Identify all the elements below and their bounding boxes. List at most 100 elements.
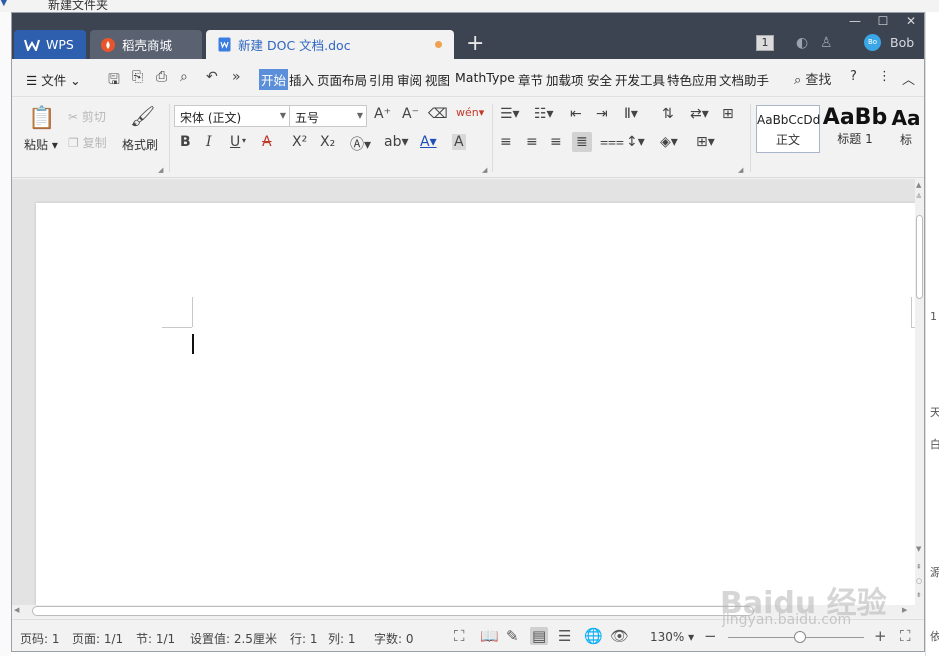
style-normal[interactable]: AaBbCcDd 正文 <box>756 105 820 153</box>
sort-icon[interactable]: ⇅ <box>662 106 674 122</box>
zoom-in-icon[interactable]: + <box>874 627 887 645</box>
font-dialog-launcher-icon[interactable]: ◢ <box>482 166 487 174</box>
tab-doc-assistant[interactable]: 文档助手 <box>719 70 769 89</box>
clipboard-dialog-launcher-icon[interactable]: ◢ <box>158 166 163 174</box>
file-menu-button[interactable]: ☰ 文件 ⌄ <box>26 70 81 89</box>
status-row[interactable]: 行: 1 <box>290 630 318 647</box>
select-browse-icon[interactable]: ○ <box>916 577 922 585</box>
vertical-scroll-thumb[interactable] <box>916 215 923 299</box>
shading-icon[interactable]: ◈▾ <box>660 134 678 150</box>
tab-chapter[interactable]: 章节 <box>518 70 543 89</box>
italic-button[interactable]: I <box>206 134 212 150</box>
font-color-icon[interactable]: A▾ <box>420 134 437 150</box>
scroll-up-icon[interactable]: ▲ <box>916 181 921 189</box>
cut-button[interactable]: ✂ 剪切 <box>68 108 106 125</box>
chevron-down-icon[interactable]: ▾ <box>242 136 246 145</box>
tab-insert[interactable]: 插入 <box>289 70 314 89</box>
scroll-top-icon[interactable]: ≙ <box>916 193 922 201</box>
scroll-down-icon[interactable]: ▼ <box>916 545 921 553</box>
more-quick-access-icon[interactable]: » <box>232 69 241 85</box>
vertical-scrollbar[interactable]: ▲ ≙ ▼ ⇞ ○ ⇟ <box>915 179 924 605</box>
subscript-button[interactable]: X₂ <box>320 134 335 150</box>
paste-icon[interactable]: 📋 <box>28 106 55 131</box>
tab-developer[interactable]: 开发工具 <box>615 70 665 89</box>
next-page-icon[interactable]: ⇟ <box>916 591 922 599</box>
sync-icon[interactable]: ◐ <box>796 35 808 51</box>
horizontal-scroll-thumb[interactable] <box>32 606 754 616</box>
align-center-icon[interactable]: ≡ <box>526 134 538 150</box>
close-icon[interactable]: ✕ <box>898 13 924 29</box>
style-heading-2[interactable]: Aa 标 <box>888 105 924 153</box>
borders-icon[interactable]: ⊞▾ <box>696 134 715 150</box>
style-heading-1[interactable]: AaBb 标题 1 <box>822 105 888 153</box>
text-direction-icon[interactable]: Ⅱ▾ <box>624 106 638 122</box>
reading-mode-icon[interactable]: 📖 <box>480 627 499 645</box>
tab-mathtype[interactable]: MathType <box>455 70 515 85</box>
bold-button[interactable]: B <box>180 134 191 150</box>
new-tab-button[interactable]: + <box>466 32 484 56</box>
status-section[interactable]: 节: 1/1 <box>136 630 175 647</box>
tab-special-apps[interactable]: 特色应用 <box>667 70 717 89</box>
numbered-list-icon[interactable]: ☷▾ <box>534 106 554 122</box>
status-word-count[interactable]: 字数: 0 <box>374 630 414 647</box>
tab-addins[interactable]: 加载项 <box>546 70 584 89</box>
show-marks-icon[interactable]: ⇄▾ <box>690 106 709 122</box>
highlight-icon[interactable]: ab▾ <box>384 134 409 150</box>
minimize-icon[interactable]: — <box>842 13 868 29</box>
decrease-indent-icon[interactable]: ⇤ <box>570 106 582 122</box>
font-size-select[interactable]: 五号 ▼ <box>289 105 367 127</box>
document-canvas[interactable] <box>12 179 915 605</box>
export-icon[interactable]: ⎘ <box>132 69 143 85</box>
tab-wps-home[interactable]: WPS <box>14 30 86 59</box>
prev-page-icon[interactable]: ⇞ <box>916 563 922 571</box>
zoom-slider-handle[interactable] <box>794 631 806 643</box>
status-page[interactable]: 页面: 1/1 <box>72 630 123 647</box>
save-icon[interactable]: 🖫 <box>108 69 120 93</box>
print-icon[interactable]: ⎙ <box>156 69 167 85</box>
undo-icon[interactable]: ↶ <box>206 69 218 85</box>
scroll-right-icon[interactable]: ▶ <box>902 606 907 614</box>
avatar[interactable]: Bo <box>864 34 881 51</box>
align-right-icon[interactable]: ≡ <box>550 134 562 150</box>
format-painter-icon[interactable]: 🖌 <box>130 104 155 128</box>
tab-view[interactable]: 视图 <box>425 70 450 89</box>
tab-review[interactable]: 审阅 <box>397 70 422 89</box>
align-left-icon[interactable]: ≡ <box>500 134 512 150</box>
maximize-icon[interactable]: ☐ <box>870 13 896 29</box>
find-button[interactable]: ⌕ 查找 <box>794 69 831 88</box>
web-view-icon[interactable]: 🌐 <box>584 627 603 645</box>
scroll-left-icon[interactable]: ◀ <box>14 606 19 614</box>
status-column[interactable]: 列: 1 <box>328 630 356 647</box>
shrink-font-icon[interactable]: A⁻ <box>402 106 419 122</box>
justify-icon[interactable]: ≣ <box>572 132 592 152</box>
fullscreen-icon[interactable]: ⛶ <box>454 627 465 645</box>
line-spacing-icon[interactable]: ↕▾ <box>626 134 645 150</box>
paragraph-dialog-launcher-icon[interactable]: ◢ <box>738 166 743 174</box>
status-setting[interactable]: 设置值: 2.5厘米 <box>190 630 277 647</box>
superscript-button[interactable]: X² <box>292 134 307 150</box>
grow-font-icon[interactable]: A⁺ <box>374 106 391 122</box>
text-effect-icon[interactable]: Ⓐ▾ <box>350 134 371 154</box>
page-view-icon[interactable]: ▤ <box>530 627 549 645</box>
tab-security[interactable]: 安全 <box>587 70 612 89</box>
window-count-badge[interactable]: 1 <box>756 35 774 51</box>
bullet-list-icon[interactable]: ☰▾ <box>500 106 520 122</box>
clear-format-icon[interactable]: ⌫ <box>428 106 448 122</box>
increase-indent-icon[interactable]: ⇥ <box>596 106 608 122</box>
paste-button[interactable]: 粘贴 ▾ <box>24 136 58 153</box>
tab-references[interactable]: 引用 <box>369 70 394 89</box>
underline-button[interactable]: U <box>230 134 240 150</box>
table-border-icon[interactable]: ⊞ <box>722 106 734 122</box>
format-painter-button[interactable]: 格式刷 <box>122 136 158 153</box>
eye-protection-icon[interactable]: 👁 <box>610 627 629 645</box>
more-options-icon[interactable]: ⋮ <box>878 69 891 84</box>
print-preview-icon[interactable]: ⌕ <box>180 69 188 85</box>
font-name-select[interactable]: 宋体 (正文) ▼ <box>174 105 290 127</box>
fit-page-icon[interactable]: ⛶ <box>900 627 911 645</box>
strikethrough-icon[interactable]: A <box>262 134 272 150</box>
distribute-icon[interactable]: ⩶ <box>600 134 624 150</box>
tab-document[interactable]: 新建 DOC 文档.doc <box>206 30 454 59</box>
user-name[interactable]: Bob <box>890 35 914 50</box>
status-page-code[interactable]: 页码: 1 <box>20 630 60 647</box>
tab-page-layout[interactable]: 页面布局 <box>317 70 367 89</box>
